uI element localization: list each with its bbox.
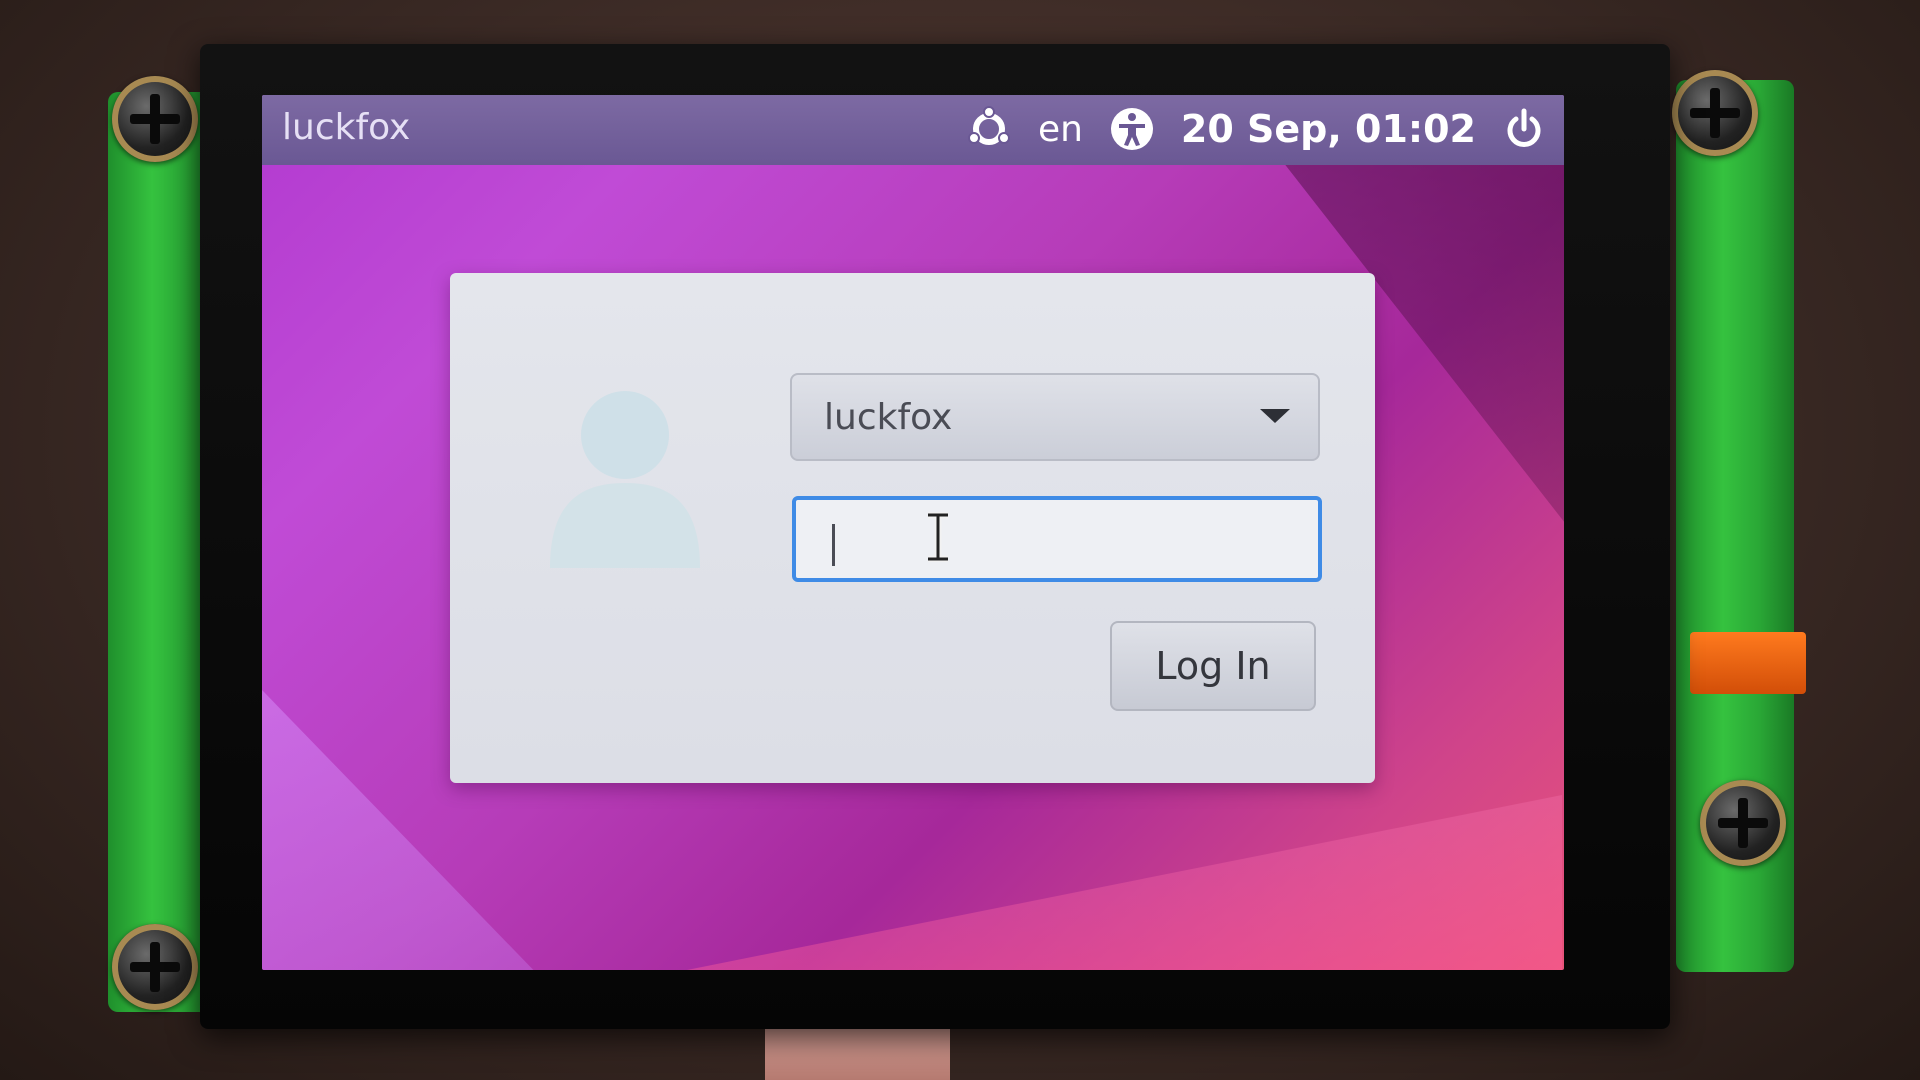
- orange-connector: [1690, 632, 1806, 694]
- ubuntu-logo-icon[interactable]: [966, 106, 1012, 152]
- selected-user-label: luckfox: [824, 397, 953, 438]
- photo-scene: luckfox en 20 Sep, 01:02 luckfox Log In: [0, 0, 1920, 1080]
- power-icon[interactable]: [1502, 107, 1546, 151]
- keyboard-layout-indicator[interactable]: en: [1038, 109, 1083, 150]
- ibeam-cursor-icon: [926, 511, 950, 563]
- hostname-label: luckfox: [282, 107, 411, 148]
- screw-top-right: [1672, 70, 1758, 156]
- wallpaper-shape: [562, 795, 1562, 970]
- datetime-label[interactable]: 20 Sep, 01:02: [1181, 107, 1476, 151]
- ribbon-cable: [765, 1020, 950, 1080]
- panel-indicators: en 20 Sep, 01:02: [966, 103, 1546, 155]
- text-caret: [832, 524, 835, 566]
- login-button[interactable]: Log In: [1110, 621, 1316, 711]
- screw-bottom-right: [1700, 780, 1786, 866]
- password-field[interactable]: [792, 496, 1322, 582]
- login-dialog: luckfox Log In: [450, 273, 1375, 783]
- user-select-dropdown[interactable]: luckfox: [790, 373, 1320, 461]
- login-screen: luckfox en 20 Sep, 01:02 luckfox Log In: [262, 95, 1564, 970]
- top-panel: luckfox en 20 Sep, 01:02: [262, 95, 1564, 165]
- user-avatar-icon: [540, 383, 710, 573]
- chevron-down-icon: [1260, 409, 1290, 423]
- screw-bottom-left: [112, 924, 198, 1010]
- accessibility-icon[interactable]: [1109, 106, 1155, 152]
- screw-top-left: [112, 76, 198, 162]
